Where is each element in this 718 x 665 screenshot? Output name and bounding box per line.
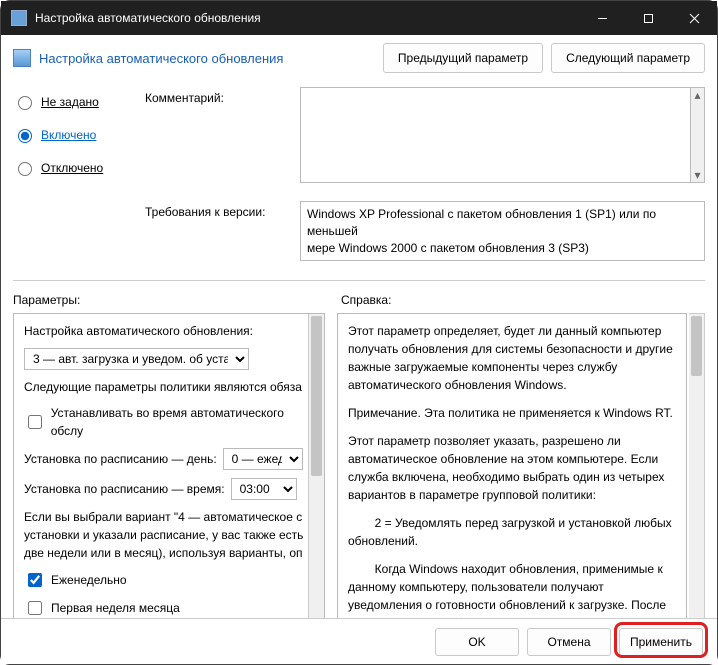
disabled-label[interactable]: Отключено <box>41 161 103 175</box>
titlebar: Настройка автоматического обновления <box>1 1 717 35</box>
help-panel: Этот параметр определяет, будет ли данны… <box>337 313 687 633</box>
next-policies-note: Следующие параметры политики являются об… <box>24 378 314 396</box>
scroll-down-icon[interactable]: ▾ <box>691 168 704 182</box>
supported-line-2: мере Windows 2000 с пакетом обновления 3… <box>307 240 698 257</box>
policy-icon <box>13 49 31 67</box>
first-week-label: Первая неделя месяца <box>51 599 180 617</box>
help-p4: 2 = Уведомлять перед загрузкой и установ… <box>348 514 676 550</box>
next-setting-button[interactable]: Следующий параметр <box>551 43 705 73</box>
not-configured-radio[interactable] <box>18 96 32 110</box>
header-row: Настройка автоматического обновления Пре… <box>13 43 705 73</box>
policy-title: Настройка автоматического обновления <box>39 51 375 66</box>
window-title: Настройка автоматического обновления <box>35 11 579 25</box>
config-select[interactable]: 3 — авт. загрузка и уведом. об устан <box>24 348 249 370</box>
schedule-time-label: Установка по расписанию — время: <box>24 480 225 498</box>
not-configured-label[interactable]: Не задано <box>41 95 99 109</box>
supported-line-1: Windows XP Professional с пакетом обновл… <box>307 206 698 240</box>
maximize-button[interactable] <box>625 1 671 35</box>
supported-label: Требования к версии: <box>145 201 290 219</box>
install-maint-label: Устанавливать во время автоматического о… <box>51 404 314 440</box>
weekly-label: Еженедельно <box>51 571 127 589</box>
cancel-button[interactable]: Отмена <box>527 628 611 656</box>
options-section-label: Параметры: <box>13 293 325 307</box>
close-button[interactable] <box>671 1 717 35</box>
upper-area: Не задано Включено Отключено Комментарий… <box>13 87 705 281</box>
ok-button[interactable]: OK <box>435 628 519 656</box>
schedule-day-label: Установка по расписанию — день: <box>24 450 217 468</box>
state-radio-group: Не задано Включено Отключено <box>13 87 133 278</box>
app-icon <box>11 10 27 26</box>
minimize-button[interactable] <box>579 1 625 35</box>
disabled-radio[interactable] <box>18 162 32 176</box>
content-area: Настройка автоматического обновления Пре… <box>1 35 717 620</box>
enabled-radio[interactable] <box>18 129 32 143</box>
supported-text: Windows XP Professional с пакетом обновл… <box>300 201 705 261</box>
config-label: Настройка автоматического обновления: <box>24 322 314 340</box>
options-scrollbar[interactable] <box>308 314 324 632</box>
previous-setting-button[interactable]: Предыдущий параметр <box>383 43 543 73</box>
weekly-checkbox[interactable] <box>28 573 42 587</box>
help-scrollbar[interactable] <box>689 313 705 633</box>
help-p3: Этот параметр позволяет указать, разреше… <box>348 432 676 504</box>
help-p1: Этот параметр определяет, будет ли данны… <box>348 322 676 394</box>
upper-right: Комментарий: ▴ ▾ Требования к версии: Wi… <box>145 87 705 278</box>
scrollbar-thumb[interactable] <box>691 316 702 376</box>
section-titles: Параметры: Справка: <box>13 293 705 307</box>
comment-textarea[interactable] <box>300 87 691 183</box>
comment-label: Комментарий: <box>145 87 290 105</box>
schedule-day-select[interactable]: 0 — ежедн <box>223 448 303 470</box>
scrollbar-thumb[interactable] <box>311 316 322 476</box>
install-maint-checkbox[interactable] <box>28 415 42 429</box>
comment-scrollbar[interactable]: ▴ ▾ <box>691 87 705 183</box>
supported-line-3: Вариант 7 поддерживается только на серве… <box>307 258 698 261</box>
schedule-time-select[interactable]: 03:00 <box>231 478 297 500</box>
scroll-up-icon[interactable]: ▴ <box>691 88 704 102</box>
lower-area: Настройка автоматического обновления: 3 … <box>13 313 705 633</box>
first-week-checkbox[interactable] <box>28 601 42 615</box>
footer: OK Отмена Применить <box>1 618 717 664</box>
enabled-label[interactable]: Включено <box>41 128 96 142</box>
help-p2: Примечание. Эта политика не применяется … <box>348 404 676 422</box>
options-panel: Настройка автоматического обновления: 3 … <box>13 313 325 633</box>
help-section-label: Справка: <box>341 293 705 307</box>
help-wrap: Этот параметр определяет, будет ли данны… <box>337 313 705 633</box>
apply-button[interactable]: Применить <box>619 628 703 656</box>
option4-note: Если вы выбрали вариант "4 — автоматичес… <box>24 508 314 562</box>
